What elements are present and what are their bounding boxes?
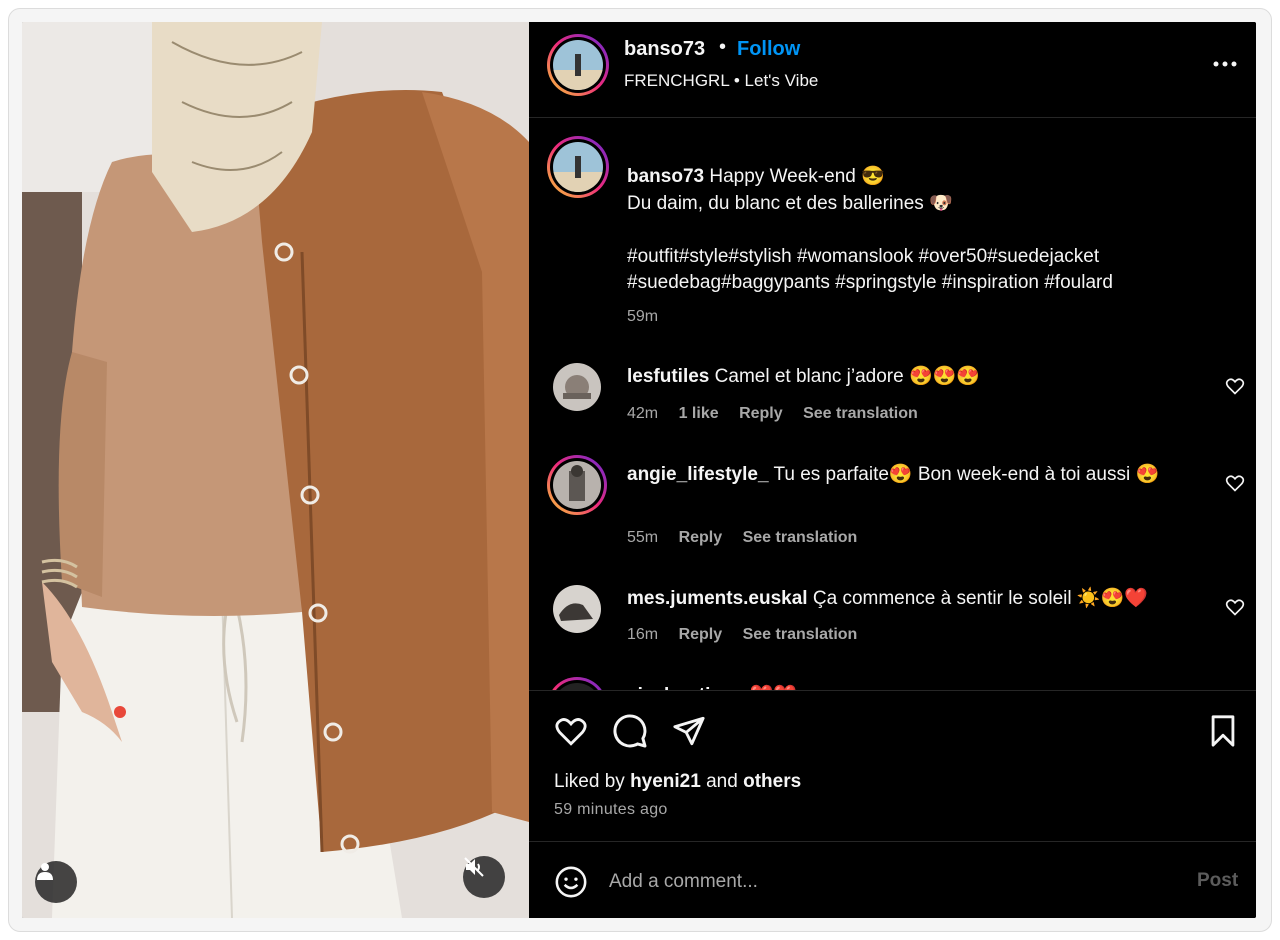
see-translation-button[interactable]: See translation [803,405,918,422]
heart-icon [1225,599,1245,616]
comment-time: 55m [627,529,659,546]
comment-username[interactable]: lesfutiles [627,366,709,387]
post-actions: Liked by hyeni21 and others 59 minutes a… [529,690,1256,840]
caption-line-2: Du daim, du blanc et des ballerines 🐶 [627,193,953,214]
emoji-icon [555,866,587,898]
comment-like-button[interactable] [1225,473,1247,495]
share-icon [673,716,705,746]
comments-list[interactable]: banso73 Happy Week-end 😎 Du daim, du bla… [529,119,1256,690]
comment-time: 42m [627,405,659,422]
share-button[interactable] [669,711,709,751]
comment-body: Ça commence à sentir le soleil ☀️😍❤️ [812,588,1148,609]
liked-by-user[interactable]: hyeni21 [630,771,701,792]
separator-dot: • [719,36,727,58]
comment-avatar[interactable] [553,363,601,411]
post-timestamp[interactable]: 59 minutes ago [554,801,668,819]
reply-button[interactable]: Reply [679,529,723,546]
audio-track[interactable]: FRENCHGRL • Let's Vibe [624,71,818,91]
comment-body: Camel et blanc j’adore 😍😍😍 [714,366,980,387]
heart-icon [555,718,587,746]
comment-body: Tu es parfaite😍 Bon week-end à toi aussi… [773,464,1160,485]
heart-icon [1225,378,1245,395]
post-modal: banso73 • Follow FRENCHGRL • Let's Vibe … [22,22,1256,918]
comment-avatar[interactable] [547,455,607,515]
post-comment-button[interactable]: Post [1197,870,1238,892]
comment-meta: 16m Reply See translation [627,626,873,644]
liked-by-and: and [706,771,738,792]
comment-time: 16m [627,626,659,643]
comment-text: angie_lifestyle_ Tu es parfaite😍 Bon wee… [627,462,1207,488]
comment-likes[interactable]: 1 like [679,405,719,422]
liked-by-prefix: Liked by [554,771,625,792]
user-tag-icon [37,863,53,880]
comment-button[interactable] [610,711,650,751]
heart-icon [1225,475,1245,492]
comment-icon [613,714,647,748]
likes-summary: Liked by hyeni21 and others [554,771,801,793]
caption-text: Happy Week-end 😎 [709,166,885,187]
speaker-muted-icon [464,857,484,877]
reply-button[interactable]: Reply [679,626,723,643]
caption-line-1: banso73 Happy Week-end 😎 [627,164,1207,190]
caption-hashtags-2[interactable]: #suedebag#baggypants #springstyle #inspi… [627,270,1207,296]
mute-button[interactable] [463,856,505,898]
post-video[interactable] [22,22,529,918]
comment-like-button[interactable] [1225,376,1247,398]
comment-username[interactable]: angie_lifestyle_ [627,464,769,485]
video-frame-illustration [22,22,529,918]
comment-avatar[interactable] [553,585,601,633]
comment-meta: 55m Reply See translation [627,529,873,547]
more-options-button[interactable] [1209,50,1241,78]
save-button[interactable] [1203,711,1243,751]
author-avatar[interactable] [547,34,609,96]
comment-meta: 42m 1 like Reply See translation [627,405,934,423]
user-tag-button[interactable] [35,861,77,903]
see-translation-button[interactable]: See translation [743,626,858,643]
comment-text: lesfutiles Camel et blanc j’adore 😍😍😍 [627,364,1207,390]
more-options-icon [1213,61,1237,67]
post-header: banso73 • Follow FRENCHGRL • Let's Vibe [529,22,1256,118]
caption-hashtags-1[interactable]: #outfit#style#stylish #womanslook #over5… [627,244,1207,270]
comment-username[interactable]: mes.juments.euskal [627,588,808,609]
emoji-button[interactable] [551,862,591,902]
comment-input[interactable] [609,864,1169,900]
bookmark-icon [1211,715,1235,747]
comment-text: mes.juments.euskal Ça commence à sentir … [627,586,1207,612]
comment-like-button[interactable] [1225,597,1247,619]
follow-button[interactable]: Follow [737,38,800,61]
caption-avatar[interactable] [547,136,609,198]
caption-meta: 59m [627,308,674,326]
author-username[interactable]: banso73 [624,38,705,61]
comment-text: aie_boutique ❤️❤️ [627,683,1207,690]
post-side-panel: banso73 • Follow FRENCHGRL • Let's Vibe … [529,22,1256,918]
reply-button[interactable]: Reply [739,405,783,422]
caption-username[interactable]: banso73 [627,166,704,187]
add-comment-bar: Post [529,841,1256,918]
caption-time: 59m [627,308,659,325]
see-translation-button[interactable]: See translation [743,529,858,546]
like-button[interactable] [551,711,591,751]
comment-avatar[interactable] [547,677,607,690]
liked-by-others[interactable]: others [743,771,801,792]
